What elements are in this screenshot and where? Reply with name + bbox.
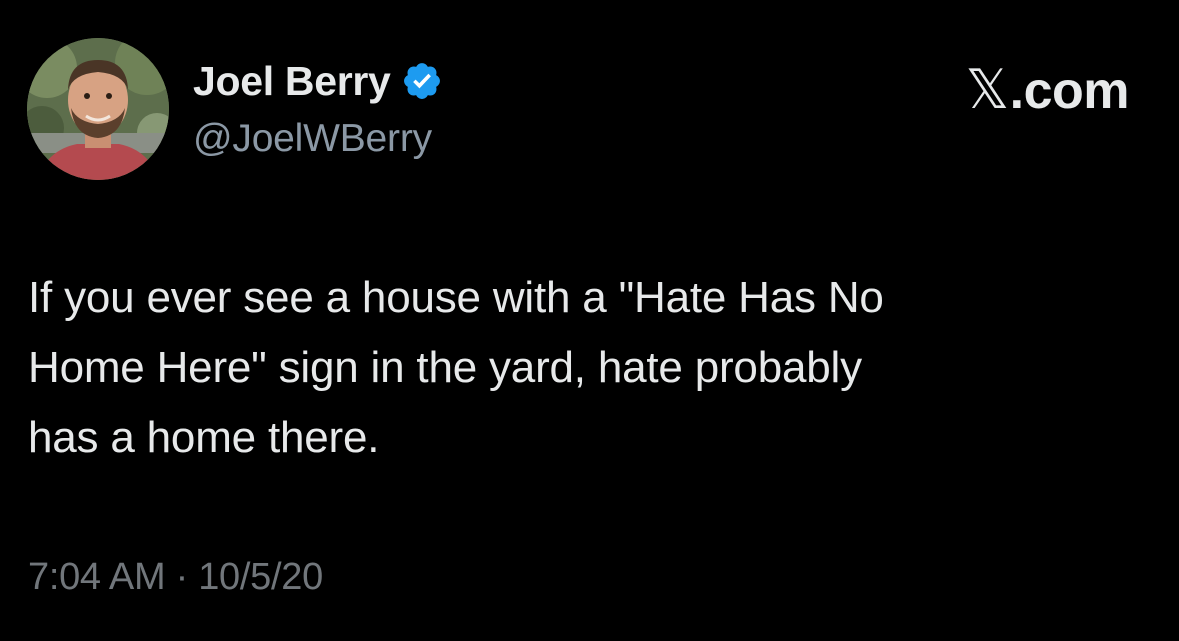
- tweet-time[interactable]: 7:04 AM: [28, 556, 166, 598]
- tweet-timestamp[interactable]: 7:04 AM · 10/5/20: [28, 556, 323, 599]
- avatar[interactable]: [27, 38, 169, 180]
- tweet-card: Joel Berry @JoelWBerry 𝕏 .com If you ever…: [0, 0, 1179, 641]
- author-name-row[interactable]: Joel Berry: [193, 56, 443, 106]
- brand-suffix: .com: [1009, 62, 1130, 120]
- meta-separator: ·: [175, 556, 189, 598]
- tweet-text: If you ever see a house with a "Hate Has…: [28, 273, 884, 462]
- x-logo-icon: 𝕏: [965, 58, 1010, 121]
- verified-badge-icon[interactable]: [401, 60, 443, 102]
- brand-logo: 𝕏 .com: [965, 58, 1130, 121]
- display-name[interactable]: Joel Berry: [193, 58, 391, 105]
- author-handle[interactable]: @JoelWBerry: [193, 117, 432, 161]
- tweet-date[interactable]: 10/5/20: [198, 556, 323, 598]
- person-photo-avatar-icon: [27, 38, 169, 180]
